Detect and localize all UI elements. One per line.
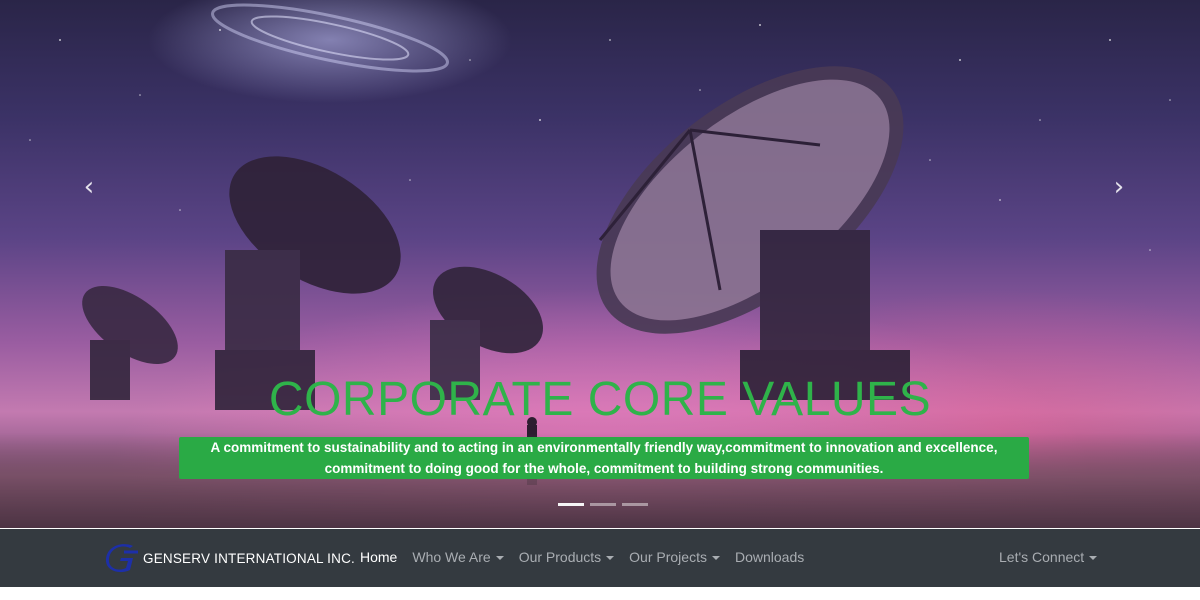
nav-item-our-products[interactable]: Our Products [518,549,615,565]
nav-item-label: Downloads [734,549,805,565]
chevron-right-icon: › [1113,172,1125,202]
carousel-prev-button[interactable]: ‹ [74,172,104,202]
caret-down-icon [1089,556,1098,561]
lets-connect-label: Let's Connect [999,549,1085,565]
hero-carousel: ‹ › CORPORATE CORE VALUES A commitment t… [0,0,1200,528]
nav-item-who-we-are[interactable]: Who We Are [412,549,504,565]
nav-item-label: Home [360,549,398,565]
carousel-indicator-2[interactable] [590,503,616,506]
nav-item-label: Our Projects [629,549,707,565]
carousel-indicator-3[interactable] [622,503,648,506]
nav-item-home[interactable]: Home [360,549,397,565]
nav-item-our-projects[interactable]: Our Projects [629,549,720,565]
lets-connect-dropdown[interactable]: Let's Connect [999,549,1098,565]
nav-item-downloads[interactable]: Downloads [735,549,804,565]
nav-menu: Home Who We Are Our Products Our Project… [360,549,819,565]
nav-item-label: Who We Are [412,549,491,565]
nav-item-label: Our Products [518,549,602,565]
caret-down-icon [711,556,720,561]
brand-link[interactable]: GENSERV INTERNATIONAL INC. [104,542,355,574]
brand-name: GENSERV INTERNATIONAL INC. [143,550,355,566]
genserv-logo-icon [105,544,138,573]
carousel-indicators [558,503,648,506]
chevron-left-icon: ‹ [83,172,95,202]
caret-down-icon [495,556,504,561]
carousel-indicator-1[interactable] [558,503,584,506]
main-navbar: GENSERV INTERNATIONAL INC. Home Who We A… [0,529,1200,587]
caret-down-icon [606,556,615,561]
slide-caption: A commitment to sustainability and to ac… [179,437,1029,479]
slide-title: CORPORATE CORE VALUES [268,373,932,426]
carousel-next-button[interactable]: › [1104,172,1134,202]
